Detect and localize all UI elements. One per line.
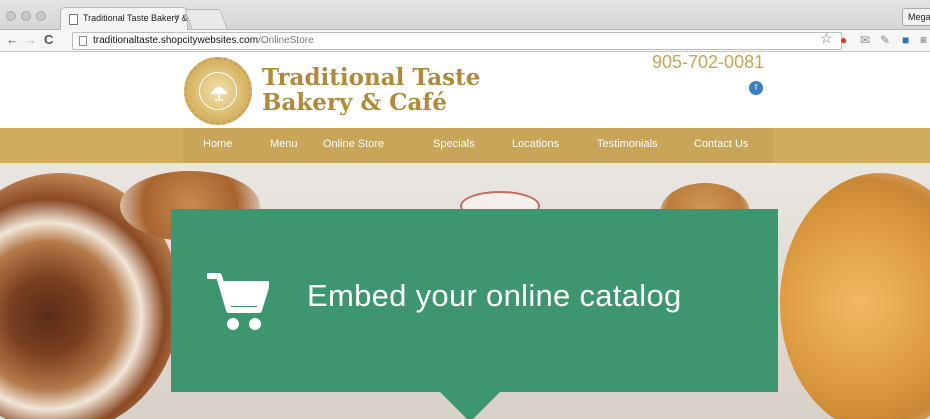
nav-testimonials[interactable]: Testimonials xyxy=(597,138,658,150)
brand-name[interactable]: Traditional Taste Bakery & Café xyxy=(262,65,480,115)
browser-toolbar: ← → C traditionaltaste.shopcitywebsites.… xyxy=(0,30,930,52)
page-icon xyxy=(79,36,87,46)
site-header: Traditional Taste Bakery & Café 905-702-… xyxy=(0,52,930,128)
nav-specials[interactable]: Specials xyxy=(433,138,475,150)
new-tab-button[interactable] xyxy=(184,9,228,29)
callout-title: Embed your online catalog xyxy=(307,278,682,313)
nav-inner: Home Menu Online Store Specials Location… xyxy=(183,128,773,163)
bakery-logo[interactable] xyxy=(184,57,252,125)
star-icon[interactable]: ☆ xyxy=(820,30,833,47)
facebook-icon[interactable]: f xyxy=(749,81,763,95)
menu-icon[interactable]: ≡ xyxy=(920,33,927,47)
pinterest-icon[interactable]: ● xyxy=(840,33,847,47)
browser-window: Traditional Taste Bakery & × Megan ← → C… xyxy=(0,0,930,419)
url-host: traditionaltaste.shopcitywebsites.com xyxy=(93,35,259,46)
callout-arrow xyxy=(440,392,500,419)
pen-icon[interactable]: ✎ xyxy=(880,33,890,47)
main-nav: Home Menu Online Store Specials Location… xyxy=(0,128,930,163)
cake-stand-icon xyxy=(211,87,227,101)
page-icon xyxy=(69,14,78,25)
minimize-window-button[interactable] xyxy=(21,11,31,21)
reload-icon[interactable]: C xyxy=(44,32,53,47)
brand-line1: Traditional Taste xyxy=(262,64,481,91)
nav-contact-us[interactable]: Contact Us xyxy=(694,138,748,150)
profile-button[interactable]: Megan xyxy=(902,8,930,26)
zoom-window-button[interactable] xyxy=(36,11,46,21)
phone-number[interactable]: 905-702-0081 xyxy=(652,52,764,73)
tab-close-button[interactable]: × xyxy=(174,12,180,23)
tab-strip: Traditional Taste Bakery & × Megan xyxy=(0,0,930,30)
browser-tab[interactable]: Traditional Taste Bakery & × xyxy=(60,7,188,30)
url-text: traditionaltaste.shopcitywebsites.com/On… xyxy=(93,35,314,46)
address-bar[interactable]: traditionaltaste.shopcitywebsites.com/On… xyxy=(72,32,842,50)
download-icon[interactable]: ■ xyxy=(902,33,909,47)
nav-home[interactable]: Home xyxy=(203,138,232,150)
close-window-button[interactable] xyxy=(6,11,16,21)
nav-online-store[interactable]: Online Store xyxy=(323,138,384,150)
logo-seal-inner xyxy=(199,72,237,110)
cart-icon xyxy=(207,273,269,330)
croissant-right-image xyxy=(780,173,930,419)
url-path: /OnlineStore xyxy=(258,35,314,46)
mail-icon[interactable]: ✉ xyxy=(860,33,870,47)
brand-line2: Bakery & Café xyxy=(262,89,447,116)
nav-locations[interactable]: Locations xyxy=(512,138,559,150)
tab-title: Traditional Taste Bakery & xyxy=(83,13,188,23)
nav-menu[interactable]: Menu xyxy=(270,138,298,150)
forward-icon[interactable]: → xyxy=(24,32,37,47)
back-icon[interactable]: ← xyxy=(6,32,19,47)
